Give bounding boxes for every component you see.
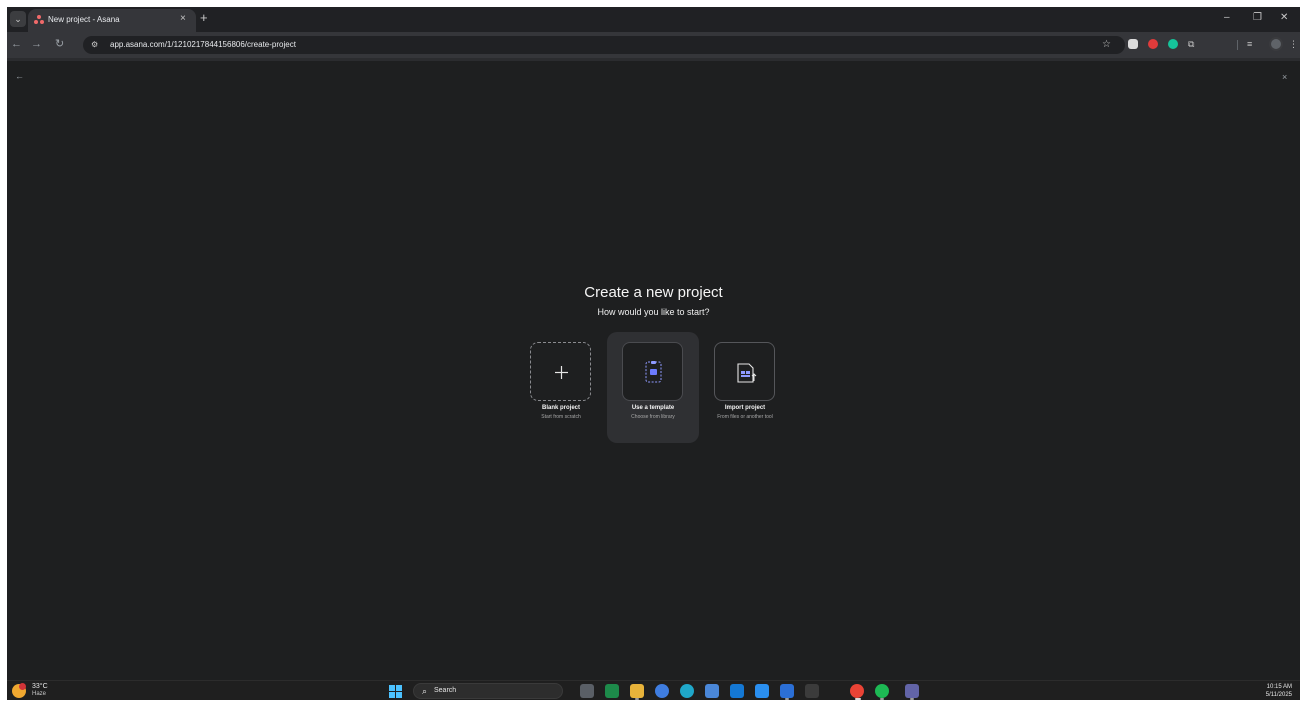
vscode-icon[interactable] — [755, 684, 769, 698]
task-view-icon[interactable] — [580, 684, 594, 698]
back-arrow-icon[interactable]: ← — [15, 70, 24, 82]
forward-icon[interactable]: → — [31, 37, 42, 51]
toolbar-divider — [1237, 40, 1238, 50]
excel-icon[interactable] — [605, 684, 619, 698]
clock-date[interactable]: 5/11/2025 — [1266, 692, 1292, 698]
weather-temperature: 33°C — [32, 683, 48, 690]
weather-description: Haze — [32, 691, 47, 697]
chrome-icon[interactable] — [850, 684, 864, 698]
copilot-icon[interactable] — [655, 684, 669, 698]
tab-groups-icon[interactable]: ≡ — [1247, 37, 1252, 51]
running-indicator — [910, 698, 914, 700]
running-indicator — [880, 698, 884, 700]
taskbar-search[interactable]: ⌕ Search — [413, 683, 563, 699]
spotify-icon[interactable] — [875, 684, 889, 698]
running-indicator — [785, 698, 789, 700]
import-project-tile[interactable] — [714, 342, 775, 401]
bookmark-star-icon[interactable]: ☆ — [1102, 38, 1111, 52]
browser-toolbar: ← → ↻ ⚙ app.asana.com/1/1210217844156806… — [7, 32, 1300, 58]
minimize-button[interactable]: – — [1224, 11, 1230, 25]
active-indicator — [855, 698, 861, 700]
outlook-icon[interactable] — [730, 684, 744, 698]
windows-taskbar: 33°C Haze ⌕ Search 10:15 AM 5/11/2025 — [7, 680, 1300, 700]
browser-window: ⌄ New project - Asana × + – ❐ ✕ ← → ↻ ⚙ … — [7, 7, 1300, 700]
url-text: app.asana.com/1/1210217844156806/create-… — [110, 40, 296, 49]
page-title: Create a new project — [584, 284, 723, 301]
windows-start-icon[interactable] — [389, 685, 402, 698]
teams-icon[interactable] — [905, 684, 919, 698]
use-template-option[interactable]: Use a template Choose from library — [615, 342, 691, 432]
template-icon — [645, 361, 662, 383]
close-window-button[interactable]: ✕ — [1280, 11, 1288, 25]
use-template-tile[interactable] — [622, 342, 683, 401]
address-bar[interactable]: ⚙ app.asana.com/1/1210217844156806/creat… — [83, 36, 1125, 54]
blank-project-tile[interactable] — [530, 342, 591, 401]
word-icon[interactable] — [780, 684, 794, 698]
extensions-puzzle-icon[interactable]: ⧉ — [1188, 37, 1194, 51]
import-icon — [737, 363, 757, 383]
weather-alert-badge — [19, 683, 26, 690]
page-subtitle: How would you like to start? — [597, 307, 710, 317]
profile-avatar[interactable] — [1269, 37, 1283, 51]
option-desc: From files or another tool — [717, 414, 773, 420]
option-desc: Start from scratch — [541, 414, 581, 420]
option-title: Import project — [724, 405, 766, 411]
tab-close-icon[interactable]: × — [180, 13, 186, 25]
clock-time[interactable]: 10:15 AM — [1267, 684, 1292, 690]
calendar-icon[interactable] — [805, 684, 819, 698]
edge-icon[interactable] — [680, 684, 694, 698]
search-placeholder: Search — [434, 687, 457, 694]
search-icon: ⌕ — [422, 686, 428, 696]
restore-button[interactable]: ❐ — [1253, 11, 1262, 25]
running-indicator — [635, 698, 639, 700]
blank-project-option[interactable]: Blank project Start from scratch — [523, 342, 599, 432]
tab-strip: ⌄ New project - Asana × + – ❐ ✕ — [7, 7, 1300, 32]
tab-asana[interactable]: New project - Asana × — [28, 9, 196, 32]
new-tab-button[interactable]: + — [200, 10, 208, 26]
tab-title: New project - Asana — [48, 15, 120, 24]
extension-grammarly-icon[interactable] — [1168, 39, 1178, 49]
plus-icon — [555, 366, 568, 379]
back-icon[interactable]: ← — [11, 37, 22, 51]
site-settings-icon[interactable]: ⚙ — [91, 38, 98, 52]
reload-icon[interactable]: ↻ — [55, 37, 64, 51]
tab-search-button[interactable]: ⌄ — [10, 11, 26, 27]
extension-red-icon[interactable] — [1148, 39, 1158, 49]
import-project-option[interactable]: Import project From files or another too… — [700, 342, 790, 432]
option-title: Use a template — [631, 405, 675, 411]
file-explorer-icon[interactable] — [630, 684, 644, 698]
option-title: Blank project — [541, 405, 580, 411]
close-dialog-icon[interactable]: × — [1282, 71, 1287, 83]
browser-menu-icon[interactable]: ⋮ — [1289, 37, 1298, 51]
store-icon[interactable] — [705, 684, 719, 698]
option-desc: Choose from library — [631, 414, 675, 420]
page-top-divider — [7, 58, 1300, 61]
asana-logo-icon — [34, 15, 44, 25]
extension-shield-icon[interactable] — [1128, 39, 1138, 49]
